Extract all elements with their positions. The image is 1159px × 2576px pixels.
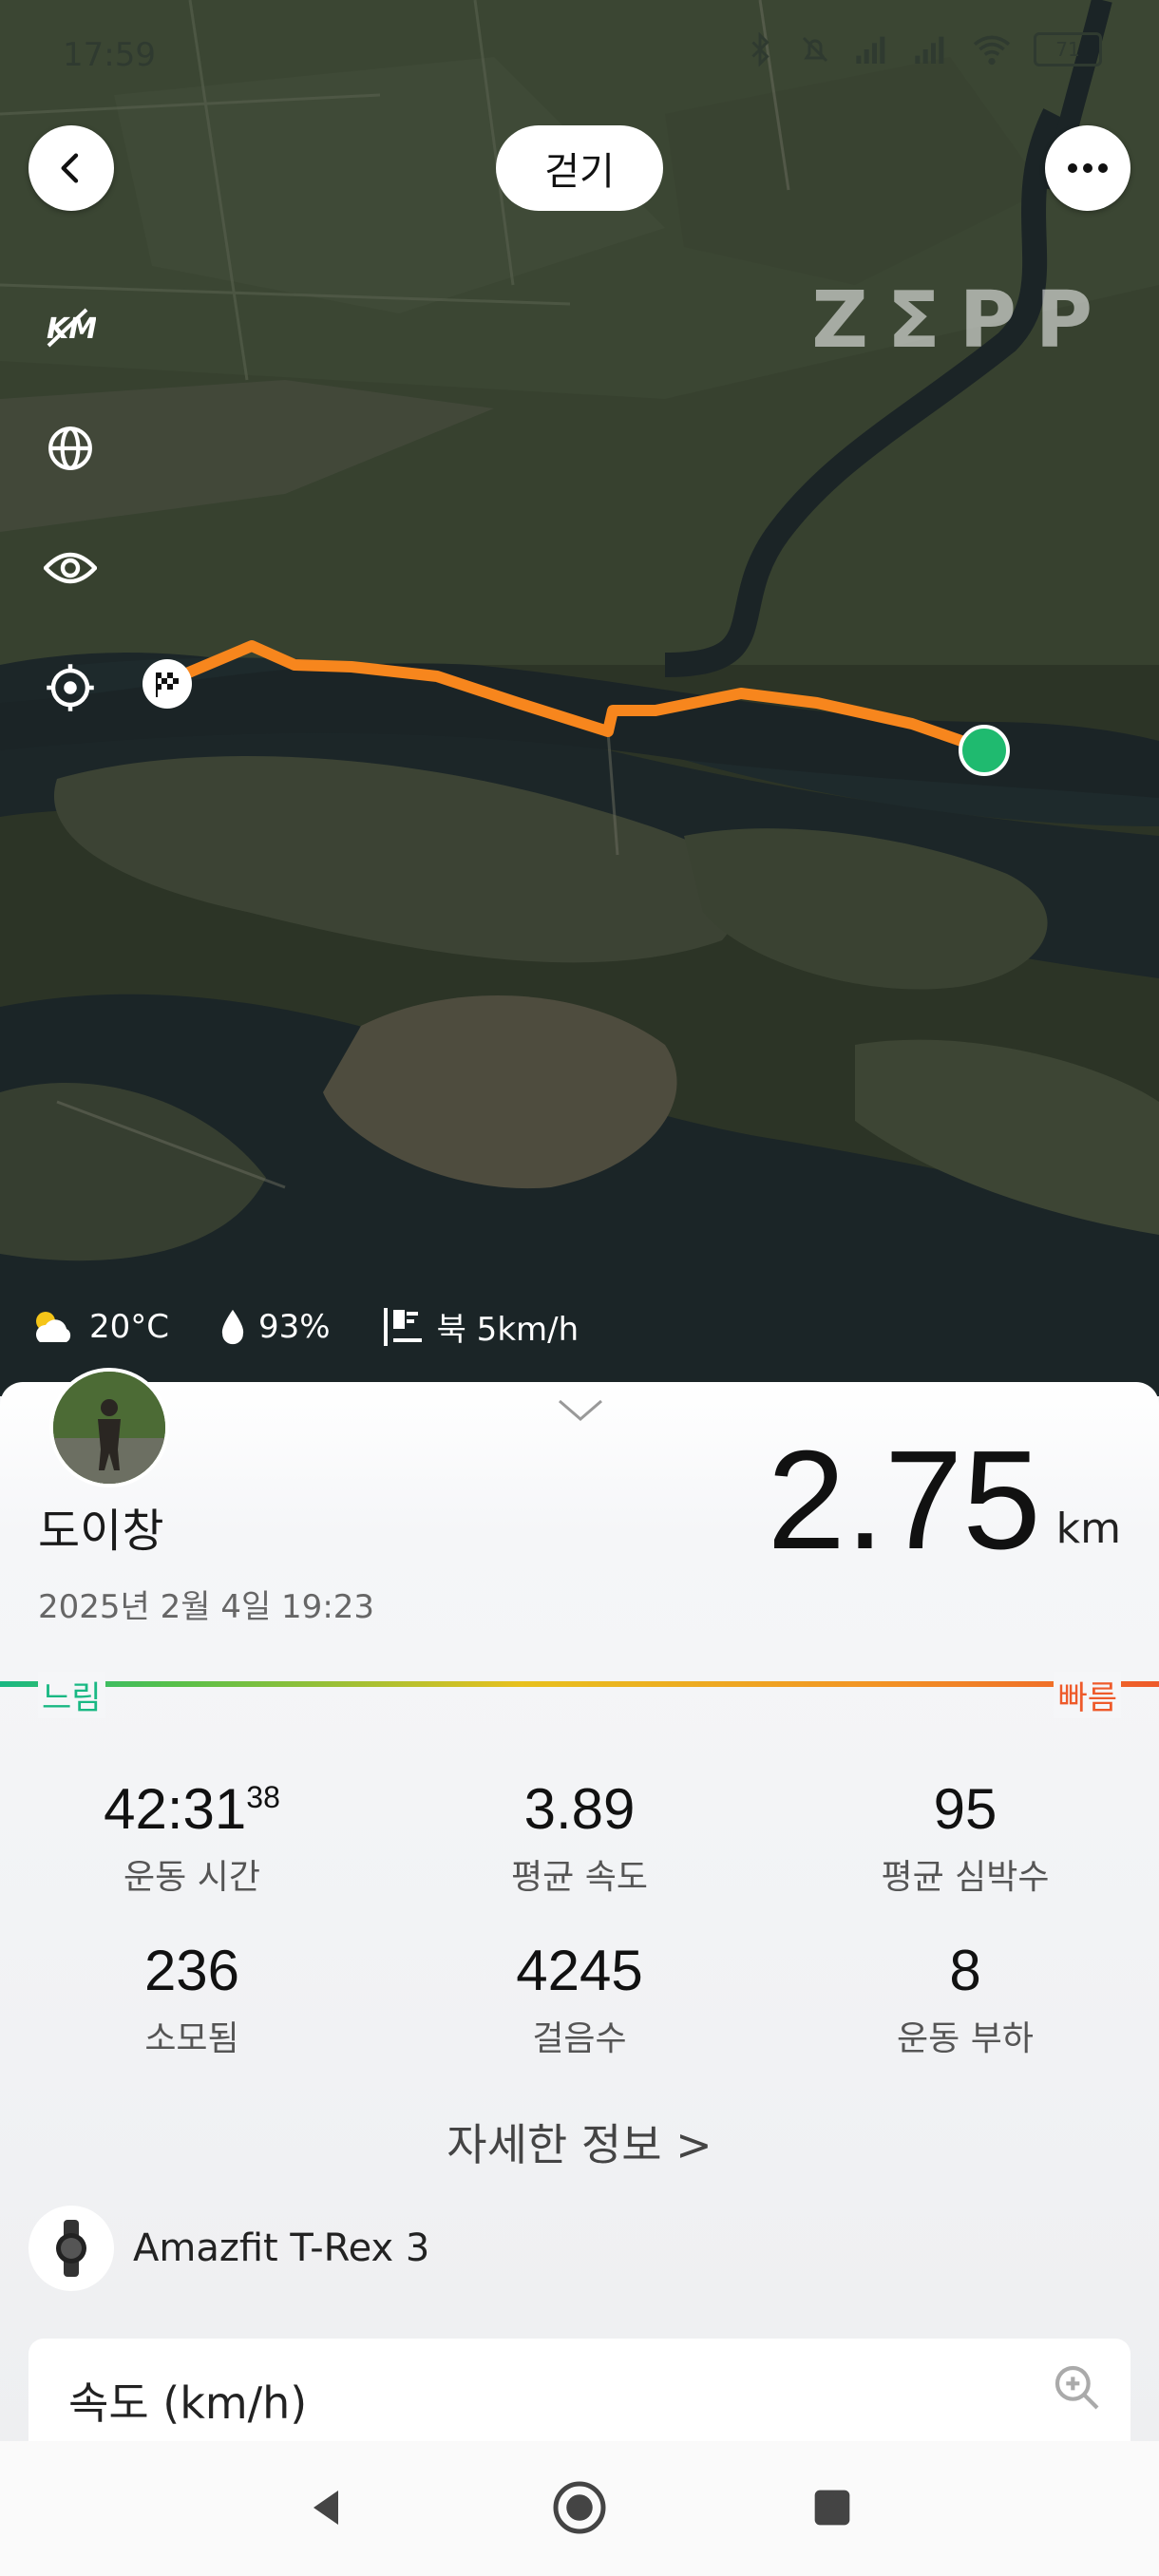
pace-gradient-bar <box>0 1681 1159 1687</box>
more-options-button[interactable] <box>1045 125 1130 211</box>
signal-icon <box>856 36 885 64</box>
visibility-button[interactable] <box>40 538 101 598</box>
nav-home-button[interactable] <box>551 2479 608 2536</box>
globe-icon <box>48 426 92 470</box>
status-icons: 71 <box>743 32 1102 66</box>
stat-steps: 4245 걸음수 <box>390 1938 770 2060</box>
home-circle-icon <box>553 2481 606 2534</box>
stat-value: 4245 <box>516 1939 643 2002</box>
device-row[interactable]: Amazfit T-Rex 3 <box>28 2206 429 2291</box>
humidity: 93% <box>258 1307 331 1346</box>
stat-avg-heart-rate: 95 평균 심박수 <box>775 1776 1155 1899</box>
stat-value: 3.89 <box>523 1777 636 1841</box>
square-recents-icon <box>814 2490 850 2526</box>
humidity-drop-icon <box>221 1309 244 1344</box>
stat-sub-value: 38 <box>246 1780 280 1814</box>
more-details-link[interactable]: 자세한 정보 > <box>0 2111 1159 2173</box>
stat-training-load: 8 운동 부하 <box>775 1938 1155 2060</box>
distance-value: 2.75 <box>767 1422 1041 1579</box>
mute-icon <box>802 36 828 63</box>
wind: 북 5km/h <box>436 1311 580 1349</box>
nav-back-button[interactable] <box>298 2479 355 2536</box>
distance-unit: km <box>1055 1505 1121 1553</box>
map-type-button[interactable] <box>40 418 101 479</box>
chevron-left-icon <box>61 153 79 183</box>
zoom-in-icon <box>1054 2365 1099 2410</box>
wind-flag-icon <box>383 1307 422 1346</box>
locate-button[interactable] <box>40 657 101 718</box>
stat-label: 운동 시간 <box>124 1858 260 1897</box>
distance-display: 2.75 km <box>768 1430 1121 1572</box>
wifi-icon <box>973 35 1011 66</box>
eye-icon <box>44 552 97 584</box>
signal-icon-2 <box>915 36 944 64</box>
start-flag-marker <box>142 659 192 709</box>
stat-label: 평균 속도 <box>511 1858 648 1897</box>
route-map[interactable]: 17:59 71 걷기 ZΣPP KM 20°C 93% 북 5km/h <box>0 0 1159 1396</box>
workout-date: 2025년 2월 4일 19:23 <box>38 1588 375 1626</box>
back-button[interactable] <box>28 125 114 211</box>
locate-icon <box>47 664 94 711</box>
system-navigation-bar <box>0 2441 1159 2576</box>
weather-bar: 20°C 93% 북 5km/h <box>28 1303 615 1350</box>
device-name: Amazfit T-Rex 3 <box>133 2226 430 2270</box>
speed-chart-title: 속도 (km/h) <box>68 2377 308 2429</box>
stat-value: 236 <box>143 1939 240 2002</box>
temperature: 20°C <box>89 1307 170 1346</box>
stat-value: 42:3138 <box>104 1777 280 1841</box>
nav-recents-button[interactable] <box>804 2479 861 2536</box>
avatar-photo <box>53 1372 165 1484</box>
km-toggle-button[interactable]: KM <box>40 296 101 357</box>
battery-icon: 71 <box>1034 32 1102 66</box>
pace-slow-label: 느림 <box>38 1672 105 1718</box>
avatar[interactable] <box>49 1368 169 1487</box>
brand-watermark: ZΣPP <box>811 275 1112 366</box>
watch-icon <box>28 2206 114 2291</box>
workout-type-pill[interactable]: 걷기 <box>496 125 663 211</box>
pace-fast-label: 빠름 <box>1054 1672 1121 1718</box>
end-point-marker <box>959 725 1010 776</box>
zoom-in-button[interactable] <box>1051 2361 1104 2418</box>
stat-avg-speed: 3.89 평균 속도 <box>390 1776 770 1899</box>
stat-label: 소모됨 <box>144 2019 239 2058</box>
stat-value: 8 <box>949 1939 981 2002</box>
status-time: 17:59 <box>63 36 156 74</box>
stat-duration: 42:3138 운동 시간 <box>2 1776 382 1899</box>
stat-value: 95 <box>933 1777 998 1841</box>
user-name: 도이창 <box>38 1505 164 1558</box>
triangle-back-icon <box>314 2491 338 2525</box>
stat-label: 운동 부하 <box>897 2019 1034 2058</box>
km-toggle-icon: KM <box>47 308 96 348</box>
stat-calories: 236 소모됨 <box>2 1938 382 2060</box>
stat-label: 평균 심박수 <box>881 1858 1050 1897</box>
collapse-panel-button[interactable] <box>557 1398 604 1427</box>
stat-label: 걸음수 <box>532 2019 627 2058</box>
chevron-down-icon <box>559 1399 602 1421</box>
bluetooth-icon <box>751 32 770 66</box>
partly-cloudy-icon <box>36 1311 71 1342</box>
more-dots-icon <box>1068 163 1108 173</box>
